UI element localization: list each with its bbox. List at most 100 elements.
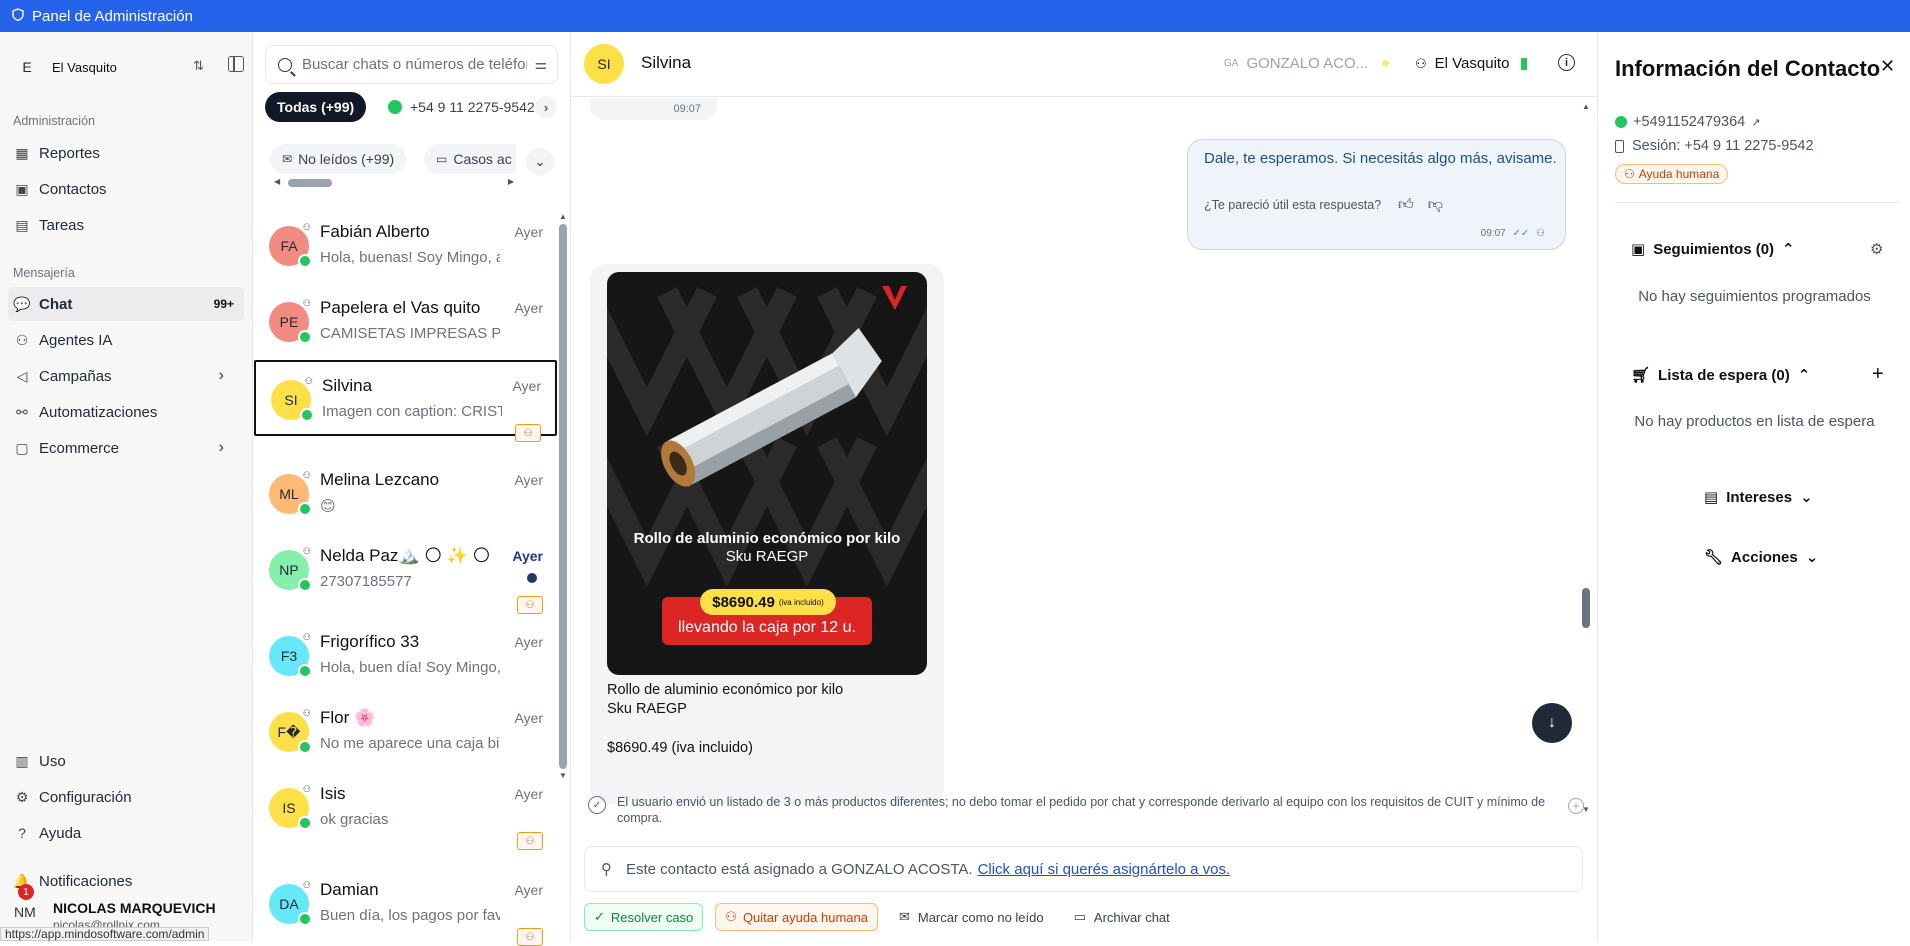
- sidebar-item-ecommerce[interactable]: ▢ Ecommerce ›: [12, 431, 240, 465]
- gear-icon[interactable]: ⚙: [1870, 240, 1883, 258]
- sidebar-item-label: Ayuda: [39, 824, 82, 842]
- search-icon: [278, 57, 292, 72]
- chat-name: Fabián Alberto: [320, 222, 430, 241]
- bot-icon: ⚇: [302, 470, 311, 480]
- sidebar-item-chat[interactable]: 💬 Chat 99+: [8, 287, 244, 321]
- human-help-tag: ⚇: [515, 424, 541, 442]
- avatar: F3 ⚇: [269, 632, 312, 678]
- chat-preview: Hola, buen día! Soy Mingo, asistente: [320, 659, 500, 676]
- sidebar-item-campanas[interactable]: ◁ Campañas ›: [12, 359, 240, 393]
- section-admin: Administración: [13, 114, 95, 128]
- chat-list-item[interactable]: SI⚇ Silvina Imagen con caption: CRISTAL Aye…: [254, 360, 557, 442]
- chips-scrollbar[interactable]: ◀ ▶: [274, 177, 514, 187]
- actions-header[interactable]: 🔧︎ Acciones ⌄: [1704, 548, 1818, 567]
- chat-preview: Buen día, los pagos por favor: [320, 907, 500, 924]
- contact-avatar: SI: [584, 44, 624, 84]
- check-circle-icon: ✓: [594, 909, 605, 924]
- search-placeholder: Buscar chats o números de teléfono: [302, 56, 527, 73]
- assigned-agent[interactable]: GA GONZALO ACO...: [1224, 55, 1390, 72]
- contact-session: Sesión: +54 9 11 2275-9542: [1615, 138, 1814, 154]
- bot-icon: ⚇: [302, 632, 311, 642]
- chat-preview: 27307185577: [320, 573, 412, 590]
- workflow-icon: ⚯: [16, 403, 28, 420]
- chevron-right-icon[interactable]: ›: [535, 96, 557, 118]
- info-icon[interactable]: i: [1558, 54, 1575, 71]
- filter-phone-chip[interactable]: +54 9 11 2275-9542: [376, 92, 536, 122]
- avatar: DA ⚇: [269, 880, 312, 926]
- whatsapp-icon: [298, 578, 312, 592]
- waitlist-header[interactable]: 🛒︎ Lista de espera (0) ⌃: [1631, 366, 1811, 385]
- archive-chat-button[interactable]: ▭ Archivar chat: [1065, 903, 1179, 931]
- filter-sliders-icon[interactable]: ⚌: [534, 56, 547, 73]
- bot-icon: ⚇: [1415, 55, 1427, 71]
- thumbs-up-icon[interactable]: 👍︎: [1398, 196, 1414, 214]
- contact-book-icon: ▣: [15, 180, 29, 197]
- status-url: https://app.mindosoftware.com/admin: [0, 927, 210, 941]
- sidebar-item-configuracion[interactable]: ⚙ Configuración: [12, 780, 240, 814]
- resolve-case-button[interactable]: ✓ Resolver caso: [584, 903, 704, 931]
- contact-phone[interactable]: +5491152479364 ↗: [1615, 114, 1760, 130]
- chevron-up-icon: ⌃: [1797, 367, 1811, 384]
- chat-list-scrollbar[interactable]: ▲ ▼: [558, 212, 568, 780]
- avatar: NP ⚇: [269, 546, 312, 592]
- conversation-panel: SI Silvina GA GONZALO ACO... ⚇ El Vasqui…: [572, 32, 1597, 941]
- chat-list-item[interactable]: NP ⚇ Nelda Paz🏔️ 🌕 ✨ 🌕 27307185577 Ayer ⚇: [254, 532, 557, 614]
- chat-time: Ayer: [514, 786, 543, 802]
- bot-icon: ⚇: [15, 331, 29, 348]
- sidebar-item-reportes[interactable]: ▦ Reportes: [12, 136, 240, 170]
- remove-human-help-button[interactable]: ⚇ Quitar ayuda humana: [715, 903, 878, 931]
- sidebar-item-automatizaciones[interactable]: ⚯ Automatizaciones: [12, 395, 240, 429]
- sidebar-toggle-icon[interactable]: [228, 56, 244, 72]
- sidebar-item-label: Notificaciones: [39, 872, 133, 890]
- topbar-title: Panel de Administración: [32, 7, 193, 25]
- add-waitlist-button[interactable]: +: [1872, 363, 1884, 386]
- chat-list-item[interactable]: DA ⚇ Damian Buen día, los pagos por favor Ay…: [254, 866, 557, 946]
- chevron-down-icon[interactable]: ⌄: [526, 148, 554, 176]
- agent-status-dot: [1382, 60, 1390, 67]
- scroll-up-arrow[interactable]: ▲: [1582, 102, 1590, 111]
- mark-unread-button[interactable]: ✉ Marcar como no leído: [890, 903, 1053, 931]
- workspace-indicator[interactable]: ⚇ El Vasquito: [1415, 55, 1528, 72]
- thumbs-down-icon[interactable]: 👎︎: [1428, 196, 1443, 214]
- caption-line: Sku RAEGP: [607, 701, 687, 717]
- chat-time: Ayer: [512, 548, 543, 564]
- scroll-to-bottom-button[interactable]: ↓: [1532, 703, 1572, 743]
- chat-list-item[interactable]: F� ⚇ Flor 🌸 No me aparece una caja bien Ayer: [254, 694, 557, 770]
- avatar: ML ⚇: [269, 470, 312, 516]
- bot-active-indicator: [1521, 57, 1528, 70]
- chat-list-item[interactable]: ML ⚇ Melina Lezcano 😊 Ayer: [254, 456, 557, 532]
- workspace-switcher[interactable]: E El Vasquito ⇅: [12, 52, 244, 82]
- chat-name: Damian: [320, 880, 379, 899]
- chat-list-item[interactable]: FA ⚇ Fabián Alberto Hola, buenas! Soy Mingo…: [254, 208, 557, 284]
- sidebar-item-ayuda[interactable]: ? Ayuda: [12, 816, 240, 850]
- product-image[interactable]: Rollo de aluminio económico por kilo Sku…: [607, 272, 927, 675]
- chat-icon: 💬: [13, 295, 31, 312]
- filter-unread-chip[interactable]: ✉ No leídos (+99): [270, 144, 407, 174]
- close-icon[interactable]: ✕: [1880, 56, 1895, 77]
- sidebar-item-contactos[interactable]: ▣ Contactos: [12, 172, 240, 206]
- interests-header[interactable]: ▤ Intereses ⌄: [1704, 488, 1813, 507]
- assign-to-me-link[interactable]: Click aquí si querés asignártelo a vos.: [978, 861, 1231, 878]
- chat-list-item[interactable]: PE ⚇ Papelera el Vas quito CAMISETAS IMPRES…: [254, 284, 557, 360]
- message-scrollbar-thumb[interactable]: [1582, 588, 1590, 628]
- sidebar-item-tareas[interactable]: ▤ Tareas: [12, 208, 240, 242]
- filter-cases-chip[interactable]: ▭ Casos ac: [424, 144, 516, 174]
- sidebar-item-label: Ecommerce: [39, 439, 120, 457]
- sidebar-item-agentes-ia[interactable]: ⚇ Agentes IA: [12, 323, 240, 357]
- human-help-tag: ⚇: [517, 928, 543, 946]
- agent-initials: GA: [1224, 58, 1239, 69]
- sidebar-item-notificaciones[interactable]: 🔔 Notificaciones: [12, 864, 240, 898]
- chevron-up-icon: ⌃: [1782, 241, 1795, 258]
- chevron-right-icon: ›: [218, 367, 224, 384]
- sidebar-item-label: Configuración: [39, 788, 132, 806]
- search-input[interactable]: Buscar chats o números de teléfono ⚌: [265, 45, 558, 84]
- filter-all-chip[interactable]: Todas (+99): [265, 92, 367, 122]
- assignment-text: Este contacto está asignado a GONZALO AC…: [626, 860, 973, 878]
- plus-circle-icon[interactable]: +: [1568, 798, 1584, 814]
- chat-name: Nelda Paz🏔️ 🌕 ✨ 🌕: [320, 546, 491, 565]
- sidebar-item-uso[interactable]: ▥ Uso: [12, 744, 240, 778]
- followups-header[interactable]: ▣ Seguimientos (0) ⌃: [1631, 240, 1795, 259]
- chat-list-item[interactable]: F3 ⚇ Frigorífico 33 Hola, buen día! Soy Min…: [254, 618, 557, 694]
- chat-list-item[interactable]: IS ⚇ Isis ok gracias Ayer ⚇: [254, 770, 557, 850]
- system-note-text: El usuario envió un listado de 3 o más p…: [617, 795, 1546, 825]
